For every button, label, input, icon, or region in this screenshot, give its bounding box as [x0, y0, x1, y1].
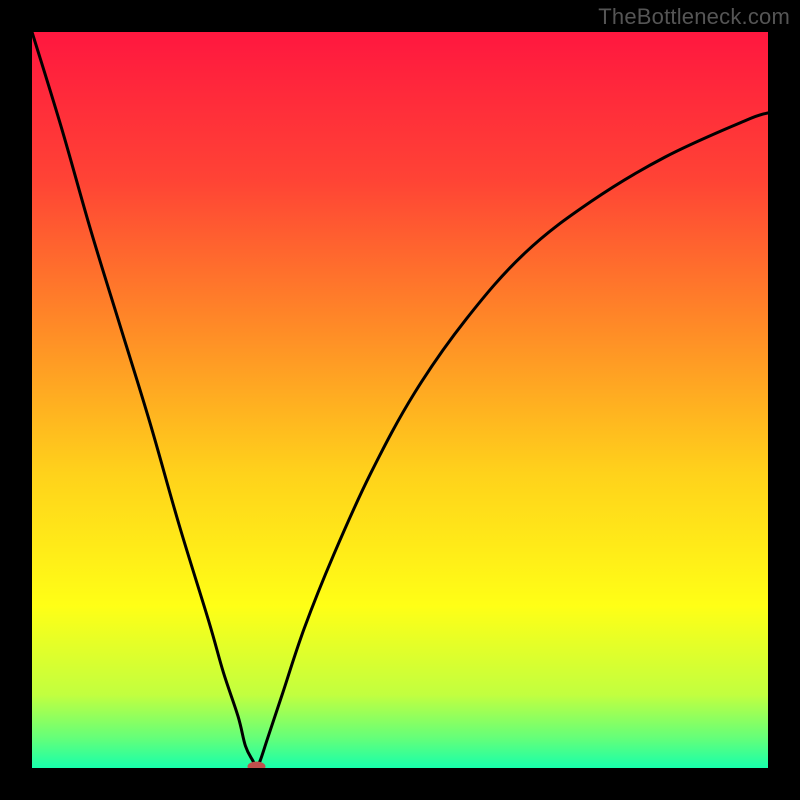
- chart-frame: TheBottleneck.com: [0, 0, 800, 800]
- plot-area: [32, 32, 768, 768]
- watermark-label: TheBottleneck.com: [598, 4, 790, 30]
- chart-svg: [32, 32, 768, 768]
